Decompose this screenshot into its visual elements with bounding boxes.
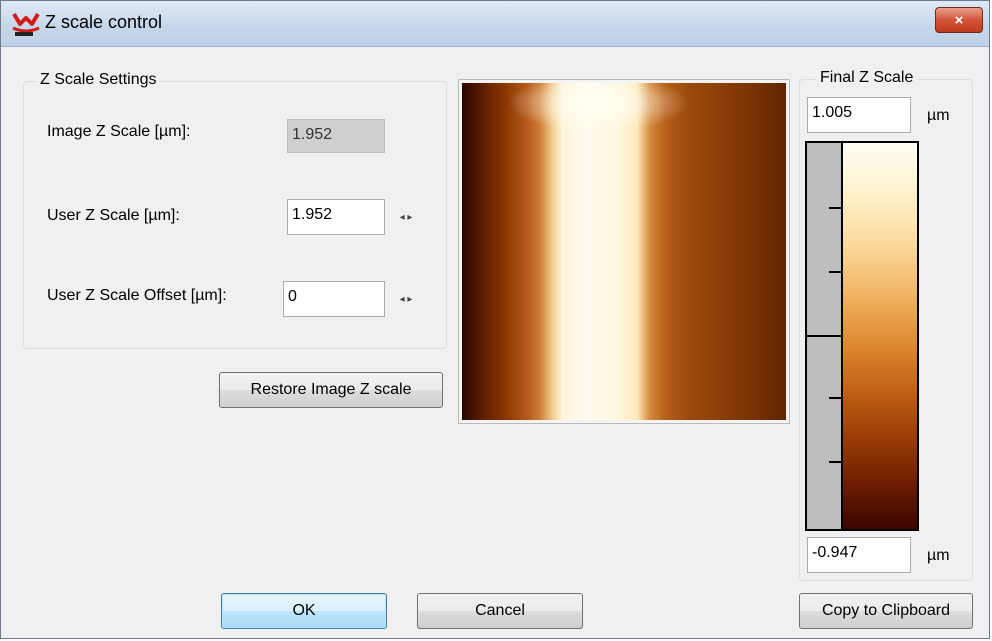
final-z-max-unit: µm	[927, 107, 950, 124]
user-z-scale-offset-value: 0	[288, 288, 297, 305]
close-icon: ×	[954, 11, 964, 29]
user-z-scale-offset-input[interactable]: 0	[283, 281, 385, 317]
z-scale-settings-legend: Z Scale Settings	[36, 71, 161, 89]
user-z-scale-input[interactable]: 1.952	[287, 199, 385, 235]
title-bar[interactable]: Z scale control ×	[1, 1, 989, 47]
copy-to-clipboard-button[interactable]: Copy to Clipboard	[799, 593, 973, 629]
spinner-arrows-icon: ◂ ▸	[399, 211, 413, 223]
colorbar-tick	[829, 271, 843, 273]
close-button[interactable]: ×	[935, 7, 983, 33]
cancel-button[interactable]: Cancel	[417, 593, 583, 629]
colorbar-tick	[829, 461, 843, 463]
final-z-min-value: -0.947	[812, 544, 858, 561]
spinner-arrows-icon: ◂ ▸	[399, 293, 413, 305]
final-z-min-unit: µm	[927, 547, 950, 564]
image-preview-frame	[458, 79, 790, 424]
restore-image-z-scale-button[interactable]: Restore Image Z scale	[219, 372, 443, 408]
final-z-max-input[interactable]: 1.005	[807, 97, 911, 133]
colorbar-tick	[807, 335, 843, 337]
final-z-scale-legend: Final Z Scale	[816, 69, 918, 87]
app-logo-icon	[12, 12, 40, 36]
ok-button[interactable]: OK	[221, 593, 387, 629]
colorbar-tick	[829, 397, 843, 399]
dialog-client-area: Z Scale Settings Image Z Scale [µm]: 1.9…	[9, 47, 981, 638]
image-z-scale-label: Image Z Scale [µm]:	[47, 123, 191, 140]
user-z-scale-spinner[interactable]: ◂ ▸	[387, 200, 425, 234]
colorbar	[841, 141, 919, 531]
user-z-scale-value: 1.952	[292, 206, 333, 223]
user-z-scale-offset-label: User Z Scale Offset [µm]:	[47, 287, 227, 304]
z-scale-control-dialog: Z scale control × Z Scale Settings Image…	[0, 0, 990, 639]
colorbar-tick	[829, 207, 843, 209]
image-z-scale-field: 1.952	[287, 119, 385, 153]
image-z-scale-value: 1.952	[292, 126, 333, 143]
final-z-max-value: 1.005	[812, 104, 853, 121]
user-z-scale-offset-spinner[interactable]: ◂ ▸	[387, 282, 425, 316]
afm-height-image	[462, 83, 786, 420]
window-title: Z scale control	[45, 12, 163, 32]
user-z-scale-label: User Z Scale [µm]:	[47, 207, 180, 224]
final-z-min-input[interactable]: -0.947	[807, 537, 911, 573]
